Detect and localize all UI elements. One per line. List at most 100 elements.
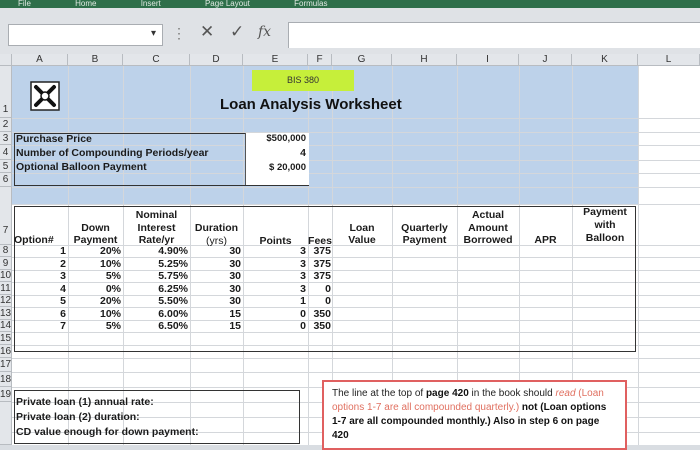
header-dur-1: Duration (194, 222, 239, 234)
cell-duration[interactable]: 30 (190, 245, 241, 257)
cell-duration[interactable]: 30 (190, 283, 241, 295)
row-header-14[interactable]: 14 (0, 320, 12, 332)
cell-points[interactable]: 3 (243, 258, 306, 270)
cell-points[interactable]: 3 (243, 245, 306, 257)
cell-down[interactable]: 10% (68, 308, 121, 320)
row-header-2[interactable]: 2 (0, 118, 12, 132)
input-value-compounding[interactable]: 4 (246, 147, 306, 159)
cell-option[interactable]: 3 (14, 270, 66, 282)
row-header-9[interactable]: 9 (0, 257, 12, 270)
cell-points[interactable]: 0 (243, 320, 306, 332)
row-header-17[interactable]: 17 (0, 358, 12, 372)
column-header-d[interactable]: D (190, 54, 243, 66)
cell-down[interactable]: 20% (68, 245, 121, 257)
column-header-l[interactable]: L (638, 54, 700, 66)
cell-option[interactable]: 4 (14, 283, 66, 295)
name-box[interactable]: ▾ (8, 24, 163, 46)
cell-fees[interactable]: 375 (308, 258, 331, 270)
enter-icon[interactable]: ✓ (230, 22, 244, 42)
header-down-1: Down (81, 222, 110, 234)
row-header-blank (0, 402, 12, 445)
input-value-balloon[interactable]: $ 20,000 (246, 162, 306, 174)
row-header-8[interactable]: 8 (0, 245, 12, 257)
row-header-3[interactable]: 3 (0, 132, 12, 145)
note-page-ref: page 420 (425, 388, 469, 399)
column-header-k[interactable]: K (572, 54, 638, 66)
spreadsheet-grid[interactable]: A B C D E F G H I J K L 1 2 3 4 5 6 7 8 … (0, 54, 700, 450)
cell-points[interactable]: 3 (243, 283, 306, 295)
cell-option[interactable]: 7 (14, 320, 66, 332)
column-header-j[interactable]: J (519, 54, 572, 66)
row-header-13[interactable]: 13 (0, 307, 12, 320)
cell-fees[interactable]: 375 (308, 245, 331, 257)
column-header-e[interactable]: E (243, 54, 308, 66)
input-label-balloon: Optional Balloon Payment (16, 161, 147, 173)
cell-option[interactable]: 6 (14, 308, 66, 320)
cell-points[interactable]: 3 (243, 270, 306, 282)
cell-duration[interactable]: 15 (190, 308, 241, 320)
cell-duration[interactable]: 15 (190, 320, 241, 332)
input-value-purchase-price[interactable]: $500,000 (246, 133, 306, 145)
row-header-5[interactable]: 5 (0, 160, 12, 173)
insert-function-icon[interactable]: fx (258, 24, 271, 40)
cell-rate[interactable]: 6.50% (123, 320, 188, 332)
cell-points[interactable]: 1 (243, 295, 306, 307)
header-pb-3: Balloon (585, 232, 625, 244)
formula-bar-grip[interactable]: ⋮ (172, 25, 187, 42)
row-header-16[interactable]: 16 (0, 345, 12, 358)
row-header-19[interactable]: 19 (0, 387, 12, 402)
cell-rate[interactable]: 6.00% (123, 308, 188, 320)
column-header-f[interactable]: F (308, 54, 332, 66)
ribbon-tab-file[interactable]: File (18, 0, 31, 8)
cell-fees[interactable]: 350 (308, 308, 331, 320)
cell-duration[interactable]: 30 (190, 295, 241, 307)
select-all-corner[interactable] (0, 54, 12, 66)
cell-duration[interactable]: 30 (190, 270, 241, 282)
row-header-6[interactable]: 6 (0, 173, 12, 187)
cell-rate[interactable]: 5.25% (123, 258, 188, 270)
column-header-g[interactable]: G (332, 54, 392, 66)
cell-down[interactable]: 0% (68, 283, 121, 295)
ribbon-tab-page-layout[interactable]: Page Layout (205, 0, 250, 8)
cell-fees[interactable]: 0 (308, 283, 331, 295)
formula-input[interactable] (288, 22, 700, 48)
header-int-2: Interest (137, 222, 176, 234)
column-header-c[interactable]: C (123, 54, 190, 66)
cell-down[interactable]: 5% (68, 320, 121, 332)
cell-fees[interactable]: 350 (308, 320, 331, 332)
cell-down[interactable]: 5% (68, 270, 121, 282)
cancel-icon[interactable]: ✕ (200, 22, 214, 42)
cell-rate[interactable]: 6.25% (123, 283, 188, 295)
row-header-7[interactable]: 7 (0, 187, 12, 245)
cell-down[interactable]: 20% (68, 295, 121, 307)
cell-option[interactable]: 2 (14, 258, 66, 270)
cell-rate[interactable]: 4.90% (123, 245, 188, 257)
cell-option[interactable]: 1 (14, 245, 66, 257)
ribbon-tab-formulas[interactable]: Formulas (294, 0, 327, 8)
row-header-12[interactable]: 12 (0, 295, 12, 307)
cell-fees[interactable]: 0 (308, 295, 331, 307)
cell-rate[interactable]: 5.75% (123, 270, 188, 282)
column-header-a[interactable]: A (12, 54, 68, 66)
cell-fees[interactable]: 375 (308, 270, 331, 282)
row-header-11[interactable]: 11 (0, 282, 12, 295)
row-header-4[interactable]: 4 (0, 145, 12, 160)
row-header-18[interactable]: 18 (0, 372, 12, 387)
row-header-10[interactable]: 10 (0, 270, 12, 282)
column-header-b[interactable]: B (68, 54, 123, 66)
cell-rate[interactable]: 5.50% (123, 295, 188, 307)
ribbon-tab-insert[interactable]: Insert (141, 0, 161, 8)
cell-option[interactable]: 5 (14, 295, 66, 307)
cell-duration[interactable]: 30 (190, 258, 241, 270)
chevron-down-icon[interactable]: ▾ (151, 28, 156, 39)
ribbon-tab-home[interactable]: Home (75, 0, 96, 8)
cell-down[interactable]: 10% (68, 258, 121, 270)
ribbon-tabs: File Home Insert Page Layout Formulas (0, 0, 700, 8)
label-private-loan-rate: Private loan (1) annual rate: (16, 396, 154, 408)
input-label-compounding: Number of Compounding Periods/year (16, 147, 209, 159)
column-header-h[interactable]: H (392, 54, 457, 66)
row-header-15[interactable]: 15 (0, 332, 12, 345)
column-header-i[interactable]: I (457, 54, 519, 66)
row-header-1[interactable]: 1 (0, 66, 12, 118)
cell-points[interactable]: 0 (243, 308, 306, 320)
